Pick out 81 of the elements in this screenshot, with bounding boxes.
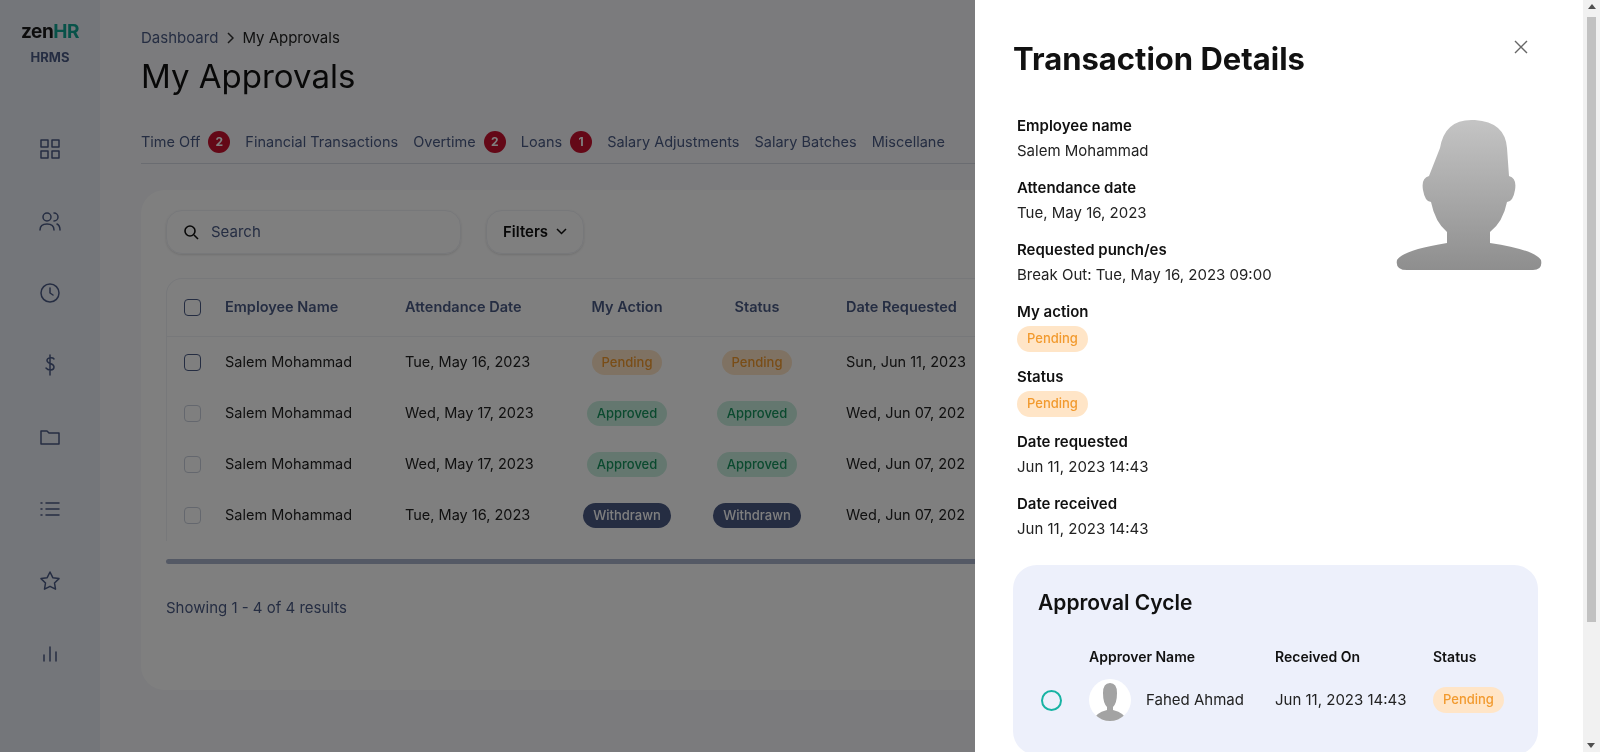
status-badge: Approved — [586, 451, 668, 477]
breadcrumb-link[interactable]: Dashboard — [141, 27, 219, 50]
search-input[interactable]: Search — [211, 220, 431, 243]
chevron-down-icon — [556, 228, 568, 236]
field-value: Salem Mohammad — [1017, 140, 1149, 162]
field-label: Requested punch/es — [1017, 238, 1167, 261]
table-cell-text: Salem Mohammad — [225, 454, 354, 475]
product-name: HRMS — [30, 48, 70, 67]
scrollbar-thumb[interactable] — [1587, 17, 1596, 622]
status-badge: Approved — [586, 400, 668, 426]
scroll-up-icon[interactable] — [1587, 4, 1596, 9]
field-label: Status — [1017, 365, 1064, 388]
search-icon — [183, 223, 199, 240]
close-button[interactable] — [1514, 40, 1528, 54]
chevron-right-icon — [226, 32, 235, 45]
filters-button[interactable]: Filters — [486, 209, 585, 254]
field-value: Break Out: Tue, May 16, 2023 09:00 — [1017, 264, 1272, 286]
field-label: Date requested — [1017, 430, 1128, 453]
panel-title: Transaction Details — [1013, 39, 1305, 79]
status-badge: Withdrawn — [583, 502, 671, 528]
tab[interactable]: Time Off 2 — [141, 130, 231, 153]
count-badge: 2 — [208, 130, 231, 153]
count-badge: 1 — [570, 130, 593, 153]
logo: zenHR — [21, 22, 79, 41]
table-cell-text: Salem Mohammad — [225, 352, 354, 373]
tab[interactable]: Salary Adjustments — [607, 130, 740, 153]
table-cell-text: Wed, Jun 07, 202 — [846, 454, 965, 475]
table-cell-text: Tue, May 16, 2023 — [405, 505, 532, 526]
select-all-checkbox[interactable] — [184, 298, 201, 316]
avatar-icon — [1089, 679, 1131, 721]
table-cell-text: Wed, Jun 07, 202 — [846, 505, 965, 526]
breadcrumb-current: My Approvals — [242, 27, 340, 49]
table-cell-text: Jun 11, 2023 14:43 — [1275, 688, 1408, 711]
column-header[interactable]: My Action — [562, 296, 692, 319]
column-header[interactable]: Attendance Date — [405, 296, 562, 319]
status-badge: Pending — [1017, 326, 1088, 352]
status-badge: Pending — [1017, 391, 1088, 417]
table-cell-text: Tue, May 16, 2023 — [405, 352, 532, 373]
table-cell-text: Salem Mohammad — [225, 403, 354, 424]
field-value: Jun 11, 2023 14:43 — [1017, 518, 1149, 540]
close-icon — [1514, 40, 1528, 54]
field-label: Attendance date — [1017, 176, 1137, 199]
table-cell-text: Wed, Jun 07, 202 — [846, 403, 965, 424]
status-badge: Pending — [721, 349, 793, 375]
status-badge: Approved — [716, 451, 798, 477]
table-cell-text: Sun, Jun 11, 2023 — [846, 352, 967, 373]
row-checkbox[interactable] — [184, 353, 201, 371]
scroll-down-icon[interactable] — [1587, 743, 1595, 748]
table-cell-text: Salem Mohammad — [225, 505, 354, 526]
column-header[interactable]: Status — [692, 296, 822, 319]
tab[interactable]: Miscellane — [871, 130, 945, 153]
status-badge: Approved — [716, 400, 798, 426]
field-label: Employee name — [1017, 114, 1132, 137]
field-label: My action — [1017, 300, 1089, 323]
tab[interactable]: Financial Transactions — [245, 130, 399, 153]
column-header[interactable]: Employee Name — [225, 296, 405, 319]
field-value: Tue, May 16, 2023 — [1017, 202, 1147, 224]
tab[interactable]: Overtime 2 — [413, 130, 506, 153]
sidebar-item[interactable] — [38, 136, 62, 161]
count-badge: 2 — [483, 130, 506, 153]
tab[interactable]: Salary Batches — [754, 130, 857, 153]
field-value: Jun 11, 2023 14:43 — [1017, 456, 1149, 478]
column-header: Received On — [1275, 647, 1362, 667]
column-header[interactable]: Date Requested — [822, 296, 972, 319]
sidebar-item[interactable] — [38, 568, 62, 593]
field-label: Date received — [1017, 492, 1118, 515]
table-cell-text: Wed, May 17, 2023 — [405, 454, 535, 475]
avatar-silhouette-icon — [1395, 117, 1543, 270]
page-title: My Approvals — [141, 55, 357, 97]
column-header: Approver Name — [1089, 647, 1197, 667]
status-badge: Pending — [1433, 687, 1504, 713]
approver-name: Fahed Ahmad — [1146, 688, 1244, 711]
sidebar-item[interactable] — [38, 280, 62, 305]
tab[interactable]: Loans 1 — [520, 130, 593, 153]
status-badge: Withdrawn — [713, 502, 801, 528]
table-cell-text: Wed, May 17, 2023 — [405, 403, 535, 424]
section-title: Approval Cycle — [1038, 588, 1194, 617]
column-header: Status — [1433, 647, 1478, 667]
status-badge: Pending — [591, 349, 663, 375]
search-field[interactable]: Search — [166, 209, 461, 254]
results-summary: Showing 1 - 4 of 4 results — [166, 596, 348, 619]
